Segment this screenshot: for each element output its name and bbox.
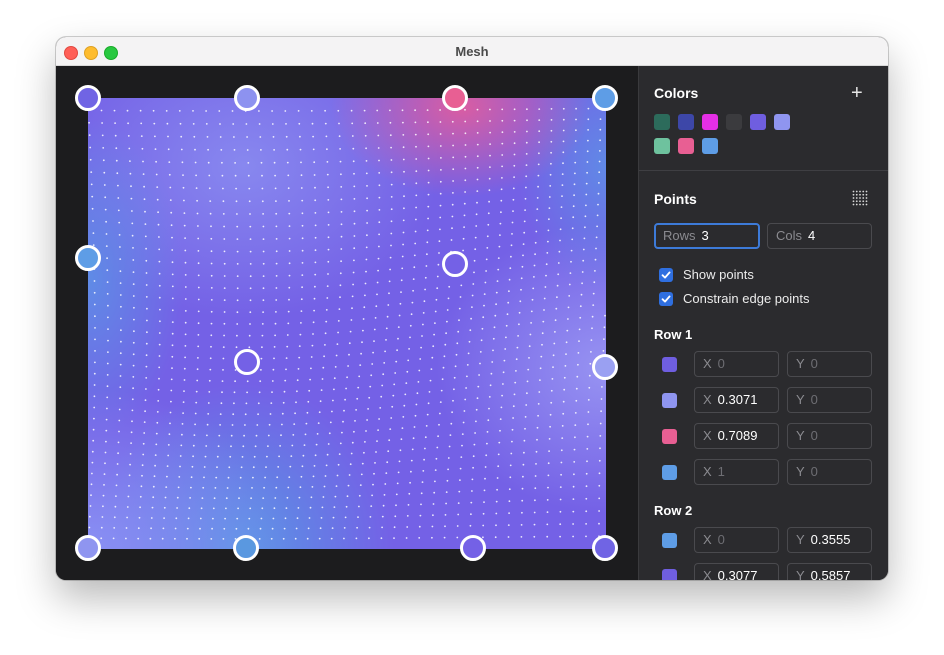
x-label: X bbox=[703, 356, 712, 371]
mesh-handle-r2c1[interactable] bbox=[75, 245, 101, 271]
y-value: 0.3555 bbox=[810, 532, 851, 547]
mesh-point-grid bbox=[88, 107, 606, 540]
section-divider bbox=[639, 170, 888, 171]
constrain-edge-points-checkbox[interactable] bbox=[659, 292, 673, 306]
point-y-field[interactable]: Y0 bbox=[787, 351, 872, 377]
mesh-handle-r3c4[interactable] bbox=[592, 535, 618, 561]
point-y-field[interactable]: Y0 bbox=[787, 459, 872, 485]
point-x-field[interactable]: X1 bbox=[694, 459, 779, 485]
row-1-title: Row 1 bbox=[654, 327, 693, 342]
point-y-field[interactable]: Y0 bbox=[787, 423, 872, 449]
y-placeholder: 0 bbox=[810, 392, 818, 407]
x-label: X bbox=[703, 464, 712, 479]
mesh-handle-r1c1[interactable] bbox=[75, 85, 101, 111]
x-label: X bbox=[703, 568, 712, 580]
point-color-swatch[interactable] bbox=[662, 465, 677, 480]
x-placeholder: 0 bbox=[717, 356, 725, 371]
cols-label: Cols bbox=[776, 228, 803, 243]
point-color-swatch[interactable] bbox=[662, 569, 677, 580]
color-swatch[interactable] bbox=[654, 138, 670, 154]
x-placeholder: 1 bbox=[717, 464, 725, 479]
point-x-field[interactable]: X 0.3071 bbox=[694, 387, 779, 413]
point-y-field[interactable]: Y0 bbox=[787, 387, 872, 413]
point-x-field[interactable]: X0 bbox=[694, 527, 779, 553]
y-label: Y bbox=[796, 356, 805, 371]
color-swatch[interactable] bbox=[774, 114, 790, 130]
point-y-field[interactable]: Y 0.5857 bbox=[787, 563, 872, 580]
mesh-canvas-area bbox=[56, 66, 638, 580]
color-swatch[interactable] bbox=[750, 114, 766, 130]
cols-field[interactable]: Cols 4 bbox=[767, 223, 872, 249]
point-color-swatch[interactable] bbox=[662, 357, 677, 372]
point-x-field[interactable]: X 0.7089 bbox=[694, 423, 779, 449]
x-label: X bbox=[703, 392, 712, 407]
y-label: Y bbox=[796, 464, 805, 479]
mesh-gradient-canvas[interactable] bbox=[88, 98, 606, 549]
mesh-handle-r1c4[interactable] bbox=[592, 85, 618, 111]
plus-icon[interactable]: + bbox=[851, 83, 863, 103]
window-title: Mesh bbox=[455, 44, 489, 59]
show-points-checkbox[interactable] bbox=[659, 268, 673, 282]
inspector-sidebar: Colors + Points Rows 3 Cols 4 Show points bbox=[638, 66, 888, 580]
y-label: Y bbox=[796, 392, 805, 407]
mesh-handle-r3c2[interactable] bbox=[233, 535, 259, 561]
mesh-handle-r2c2[interactable] bbox=[234, 349, 260, 375]
mesh-handle-r1c3[interactable] bbox=[442, 85, 468, 111]
point-color-swatch[interactable] bbox=[662, 393, 677, 408]
mesh-handle-r2c3[interactable] bbox=[442, 251, 468, 277]
x-value: 0.3077 bbox=[717, 568, 758, 580]
x-label: X bbox=[703, 428, 712, 443]
title-bar: Mesh bbox=[56, 37, 888, 66]
point-color-swatch[interactable] bbox=[662, 533, 677, 548]
mesh-handle-r2c4[interactable] bbox=[592, 354, 618, 380]
point-y-field[interactable]: Y 0.3555 bbox=[787, 527, 872, 553]
row-2-title: Row 2 bbox=[654, 503, 693, 518]
point-color-swatch[interactable] bbox=[662, 429, 677, 444]
rows-field[interactable]: Rows 3 bbox=[654, 223, 760, 249]
y-placeholder: 0 bbox=[810, 356, 818, 371]
constrain-edge-points-label: Constrain edge points bbox=[683, 291, 810, 306]
point-x-field[interactable]: X0 bbox=[694, 351, 779, 377]
show-points-label: Show points bbox=[683, 267, 754, 282]
color-swatch[interactable] bbox=[702, 114, 718, 130]
color-swatch[interactable] bbox=[726, 114, 742, 130]
app-window: Mesh Colors + Points Rows 3 Cols 4 Show … bbox=[56, 37, 888, 580]
y-placeholder: 0 bbox=[810, 428, 818, 443]
color-swatch[interactable] bbox=[702, 138, 718, 154]
y-label: Y bbox=[796, 428, 805, 443]
colors-section-title: Colors bbox=[654, 85, 699, 101]
color-swatch[interactable] bbox=[654, 114, 670, 130]
mesh-handle-r1c2[interactable] bbox=[234, 85, 260, 111]
x-placeholder: 0 bbox=[717, 532, 725, 547]
dot-grid-icon[interactable] bbox=[852, 190, 868, 206]
rows-value: 3 bbox=[701, 228, 709, 243]
mesh-handle-r3c1[interactable] bbox=[75, 535, 101, 561]
y-value: 0.5857 bbox=[810, 568, 851, 580]
mesh-handle-r3c3[interactable] bbox=[460, 535, 486, 561]
x-value: 0.3071 bbox=[717, 392, 758, 407]
checkmark-icon bbox=[661, 295, 671, 303]
y-label: Y bbox=[796, 532, 805, 547]
point-x-field[interactable]: X 0.3077 bbox=[694, 563, 779, 580]
y-label: Y bbox=[796, 568, 805, 580]
x-label: X bbox=[703, 532, 712, 547]
checkmark-icon bbox=[661, 271, 671, 279]
points-section-title: Points bbox=[654, 191, 697, 207]
color-swatch[interactable] bbox=[678, 138, 694, 154]
rows-label: Rows bbox=[663, 228, 696, 243]
color-swatch[interactable] bbox=[678, 114, 694, 130]
x-value: 0.7089 bbox=[717, 428, 758, 443]
cols-value: 4 bbox=[808, 228, 816, 243]
y-placeholder: 0 bbox=[810, 464, 818, 479]
